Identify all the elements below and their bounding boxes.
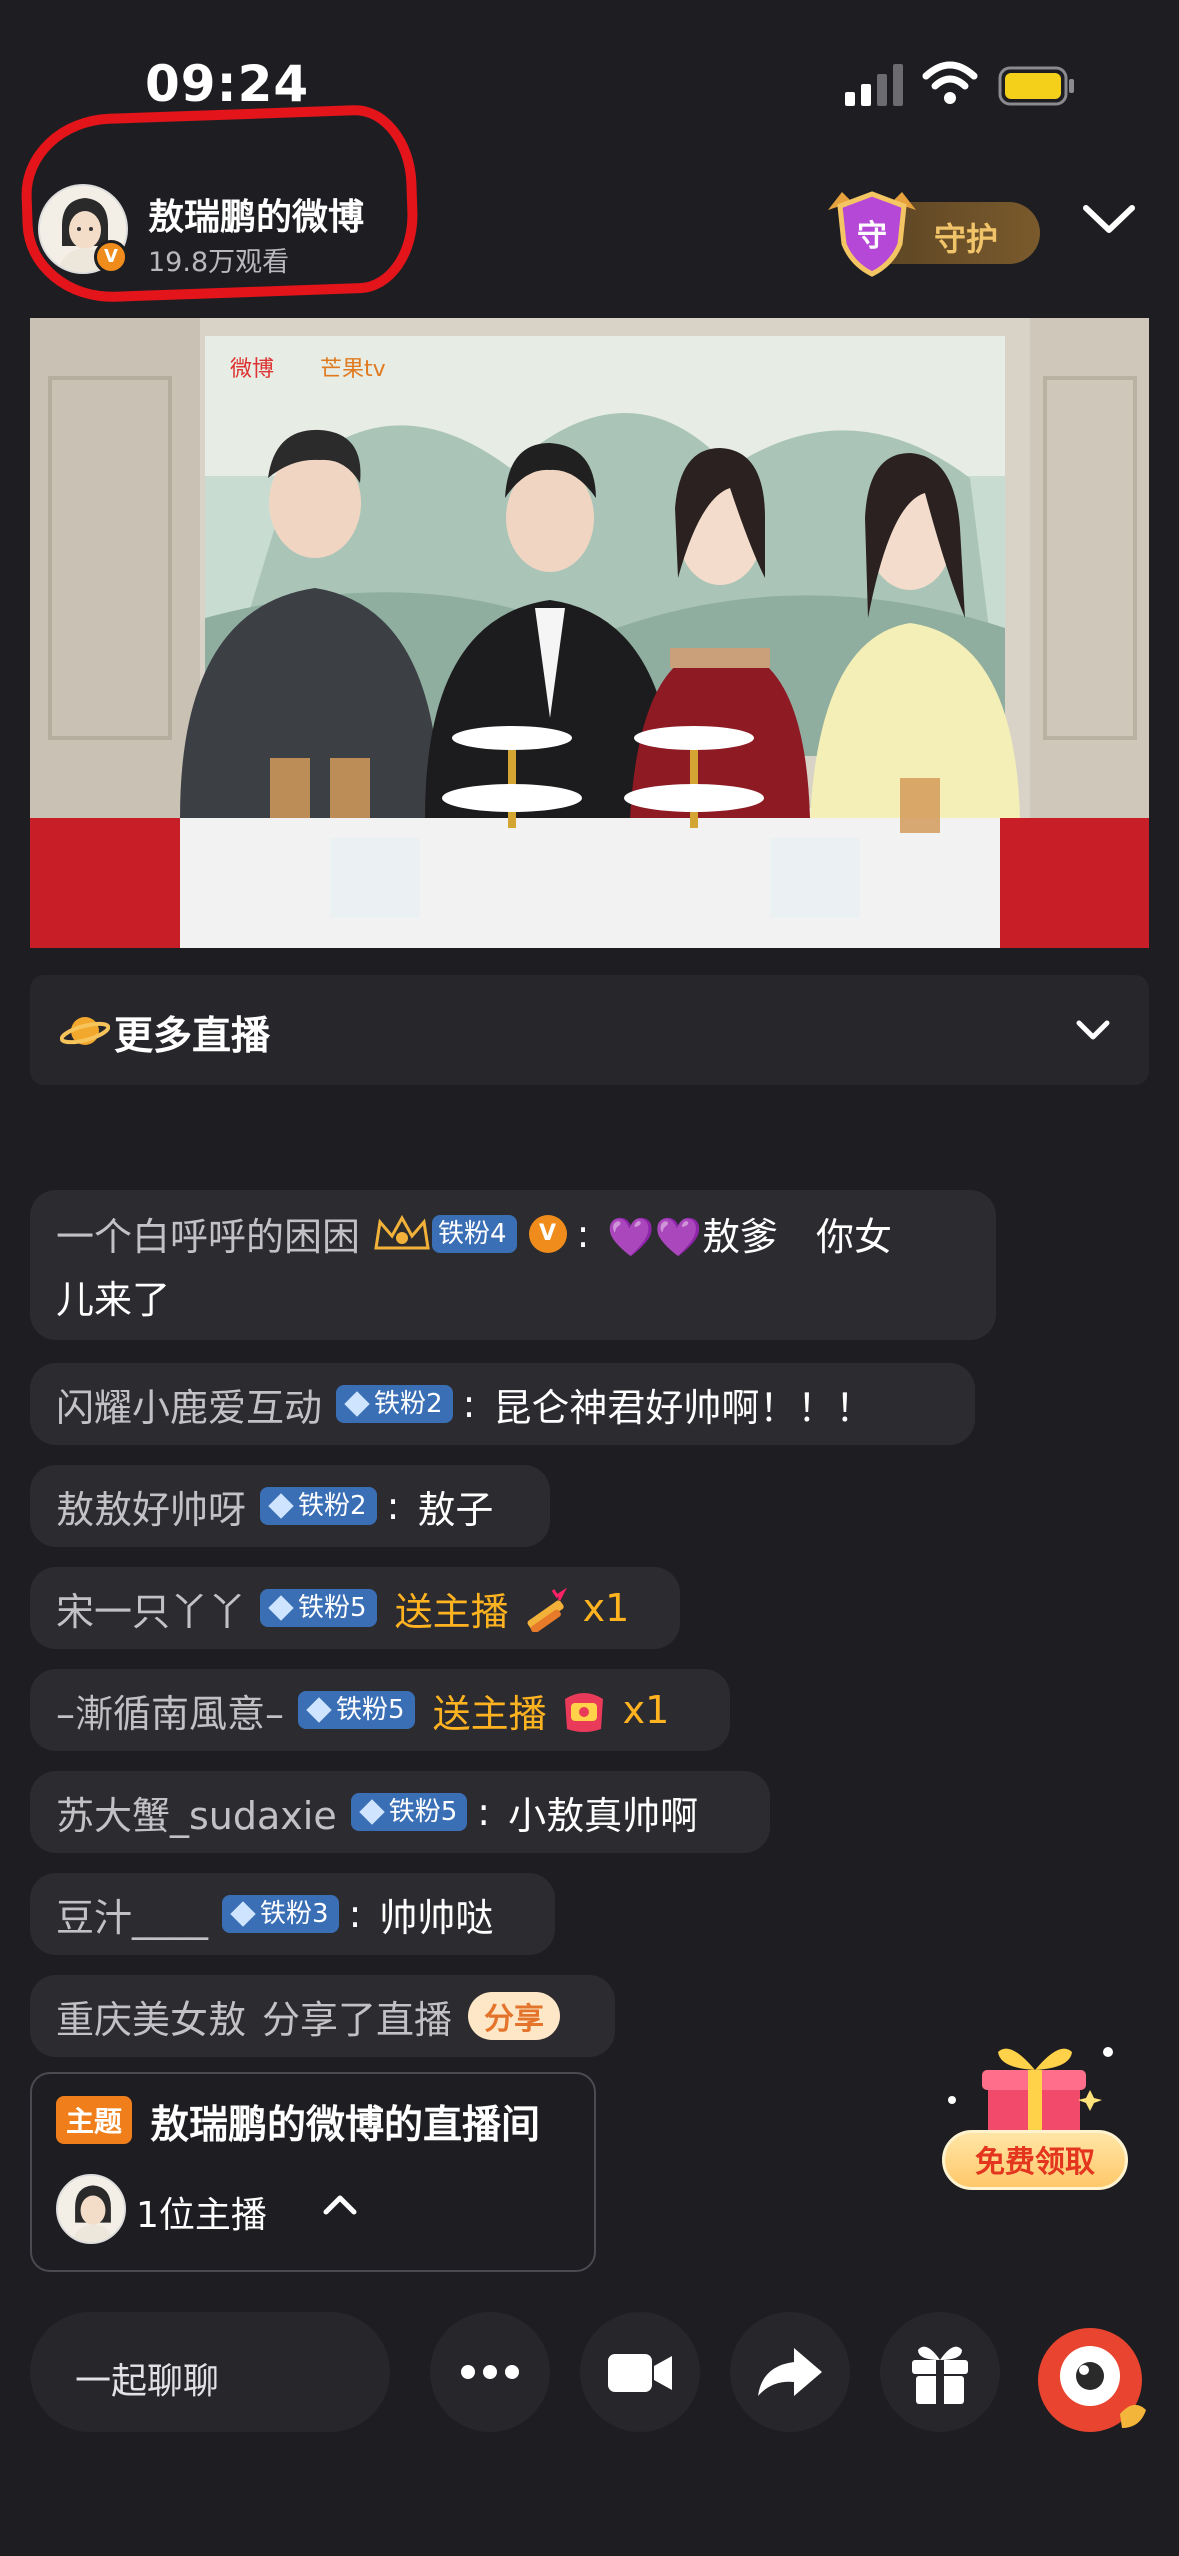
host-count: 1位主播	[136, 2195, 267, 2236]
share-icon	[758, 2348, 822, 2396]
gift-count: x1	[582, 1586, 630, 1630]
chevron-up-icon[interactable]	[322, 2192, 358, 2216]
fan-level-text: 铁粉5	[388, 1797, 458, 1827]
video-camera-icon	[608, 2354, 672, 2392]
comment-text: 💜💜敖爹 你女	[607, 1215, 893, 1259]
fan-level-badge: 铁粉3	[222, 1895, 339, 1933]
planet-icon	[60, 1017, 110, 1045]
weibo-mascot-icon	[1038, 2328, 1146, 2432]
guard-shield-char: 守	[857, 219, 887, 254]
mango-logo-text: 芒果tv	[320, 357, 386, 382]
crown-icon	[374, 1214, 430, 1249]
more-live-dropdown[interactable]: 更多直播	[30, 975, 1149, 1085]
guard-label: 守护	[934, 220, 999, 258]
chat-input[interactable]: 一起聊聊	[30, 2312, 390, 2432]
comment-text: 昆仑神君好帅啊！！！	[493, 1385, 874, 1430]
chevron-down-icon	[1076, 1020, 1110, 1040]
gift-action-text: 送主播	[394, 1589, 509, 1634]
host-name[interactable]: 敖瑞鹏的微博	[148, 188, 364, 240]
topic-card[interactable]: 主题 敖瑞鹏的微博的直播间 1位主播	[30, 2072, 596, 2272]
fan-level-badge: 铁粉5	[260, 1589, 377, 1627]
video-frame: 微博 芒果tv	[30, 318, 1149, 948]
status-time: 09:24	[145, 55, 310, 113]
comment-username[interactable]: 敖敖好帅呀	[56, 1479, 246, 1534]
fan-level-badge: 铁粉5	[298, 1691, 415, 1729]
gift-icon	[912, 2346, 968, 2404]
fan-level-text: 铁粉3	[260, 1899, 329, 1929]
live-header: V 敖瑞鹏的微博 19.8万观看 守 守护	[0, 103, 1179, 305]
cellular-signal-icon	[845, 64, 903, 106]
gift-action-text: 送主播	[432, 1691, 547, 1736]
more-icon	[461, 2365, 519, 2379]
share-chip[interactable]: 分享	[468, 1992, 561, 2040]
fan-level-text: 铁粉4	[438, 1218, 507, 1249]
comment-item[interactable]: 敖敖好帅呀 铁粉2 : 敖子	[30, 1465, 550, 1547]
more-button[interactable]	[430, 2312, 550, 2432]
comment-colon: :	[576, 1211, 590, 1256]
battery-icon	[998, 66, 1074, 106]
fan-level-text: 铁粉5	[298, 1593, 367, 1623]
chat-placeholder: 一起聊聊	[75, 2361, 220, 2402]
topic-title: 敖瑞鹏的微博的直播间	[150, 2103, 541, 2148]
comment-text: 小敖真帅啊	[508, 1793, 699, 1838]
comment-colon: :	[348, 1892, 362, 1936]
comment-item[interactable]: 闪耀小鹿爱互动 铁粉2 : 昆仑神君好帅啊！！！	[30, 1363, 975, 1445]
comment-username[interactable]: 重庆美女敖	[56, 1989, 246, 2044]
viewer-count: 19.8万观看	[148, 247, 290, 278]
video-camera-button[interactable]	[580, 2312, 700, 2432]
chevron-down-icon[interactable]	[1080, 200, 1138, 240]
comment-username[interactable]: 宋一只丫丫	[56, 1581, 246, 1636]
fan-level-badge: 铁粉2	[336, 1385, 453, 1423]
comment-colon: :	[462, 1382, 476, 1426]
share-button[interactable]	[730, 2312, 850, 2432]
fan-level-text: 铁粉5	[336, 1695, 405, 1725]
fan-level-badge: 铁粉5	[350, 1793, 468, 1831]
live-video[interactable]: 微博 芒果tv	[30, 318, 1149, 948]
guard-button[interactable]: 守 守护	[822, 188, 1042, 277]
comment-username[interactable]: –漸循南風意–	[56, 1683, 284, 1738]
fan-level-badge: 铁粉2	[260, 1487, 377, 1525]
fan-level-text: 铁粉2	[298, 1491, 367, 1521]
firework-gift-icon	[527, 1587, 567, 1632]
gift-button[interactable]	[880, 2312, 1000, 2432]
gift-count: x1	[622, 1688, 670, 1732]
comment-text-line2: 儿来了	[56, 1278, 171, 1322]
verified-badge-icon: V	[528, 1214, 567, 1253]
wifi-icon	[922, 61, 978, 104]
comment-username[interactable]: 苏大蟹_sudaxie	[56, 1785, 337, 1840]
comment-item[interactable]: 苏大蟹_sudaxie 铁粉5 : 小敖真帅啊	[30, 1771, 770, 1853]
comment-item[interactable]: 重庆美女敖 分享了直播 分享	[30, 1975, 615, 2057]
host-avatar-small[interactable]	[56, 2174, 126, 2244]
more-live-label: 更多直播	[114, 1014, 271, 1059]
comment-username[interactable]: 豆汁____	[56, 1887, 208, 1942]
fan-level-text: 铁粉2	[374, 1389, 443, 1419]
comment-colon: :	[386, 1484, 400, 1528]
comment-item[interactable]: –漸循南風意– 铁粉5 送主播 x1	[30, 1669, 730, 1751]
comment-text: 帅帅哒	[379, 1895, 494, 1940]
comment-item[interactable]: 宋一只丫丫 铁粉5 送主播 x1	[30, 1567, 680, 1649]
topic-tag: 主题	[56, 2096, 133, 2144]
weibo-logo-text: 微博	[230, 357, 274, 382]
comment-colon: :	[477, 1790, 491, 1834]
guard-shield-icon: 守	[828, 191, 916, 277]
comment-username[interactable]: 闪耀小鹿爱互动	[56, 1377, 322, 1432]
lucky-bag-gift-icon	[564, 1693, 603, 1732]
free-gift-button[interactable]: 免费领取	[940, 2030, 1130, 2200]
weibo-mascot-button[interactable]	[1030, 2318, 1150, 2438]
free-gift-label: 免费领取	[942, 2130, 1128, 2190]
verified-badge-icon: V	[94, 240, 128, 274]
comment-text: 分享了直播	[262, 1997, 453, 2042]
comment-item[interactable]: 豆汁____ 铁粉3 : 帅帅哒	[30, 1873, 555, 1955]
comment-username[interactable]: 一个白呼呼的困困	[56, 1206, 360, 1261]
fan-level-badge: 铁粉4	[432, 1214, 517, 1253]
comment-item[interactable]: 一个白呼呼的困困 铁粉4 V : 💜💜敖爹 你女 儿来了	[30, 1190, 996, 1340]
comment-text: 敖子	[417, 1487, 494, 1532]
